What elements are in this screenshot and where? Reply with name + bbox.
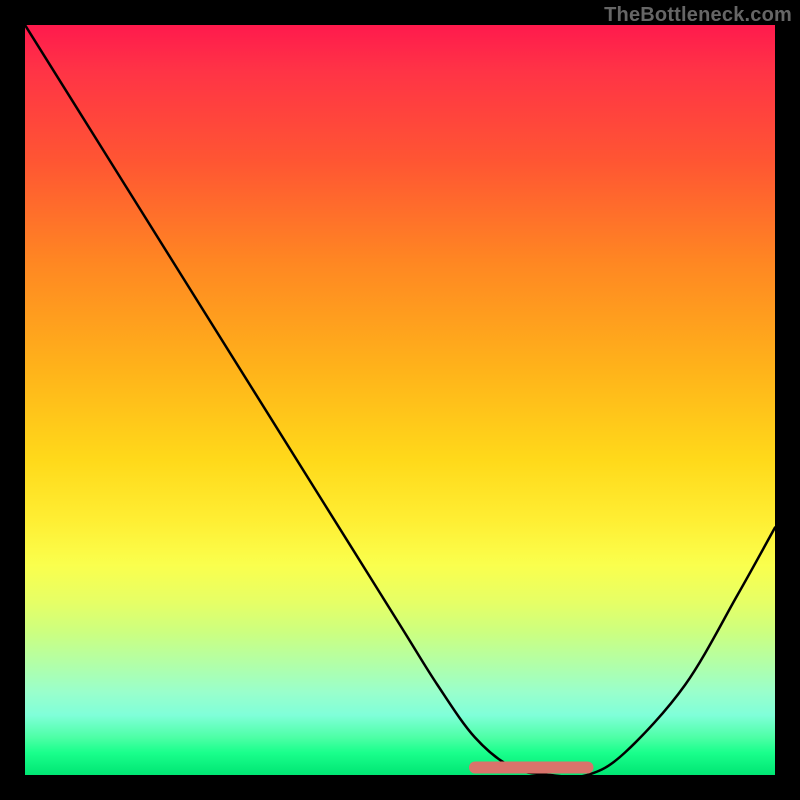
watermark-text: TheBottleneck.com xyxy=(604,4,792,27)
bottleneck-curve xyxy=(25,25,775,775)
curve-layer xyxy=(25,25,775,775)
plot-area xyxy=(25,25,775,775)
chart-container: TheBottleneck.com xyxy=(0,0,800,800)
